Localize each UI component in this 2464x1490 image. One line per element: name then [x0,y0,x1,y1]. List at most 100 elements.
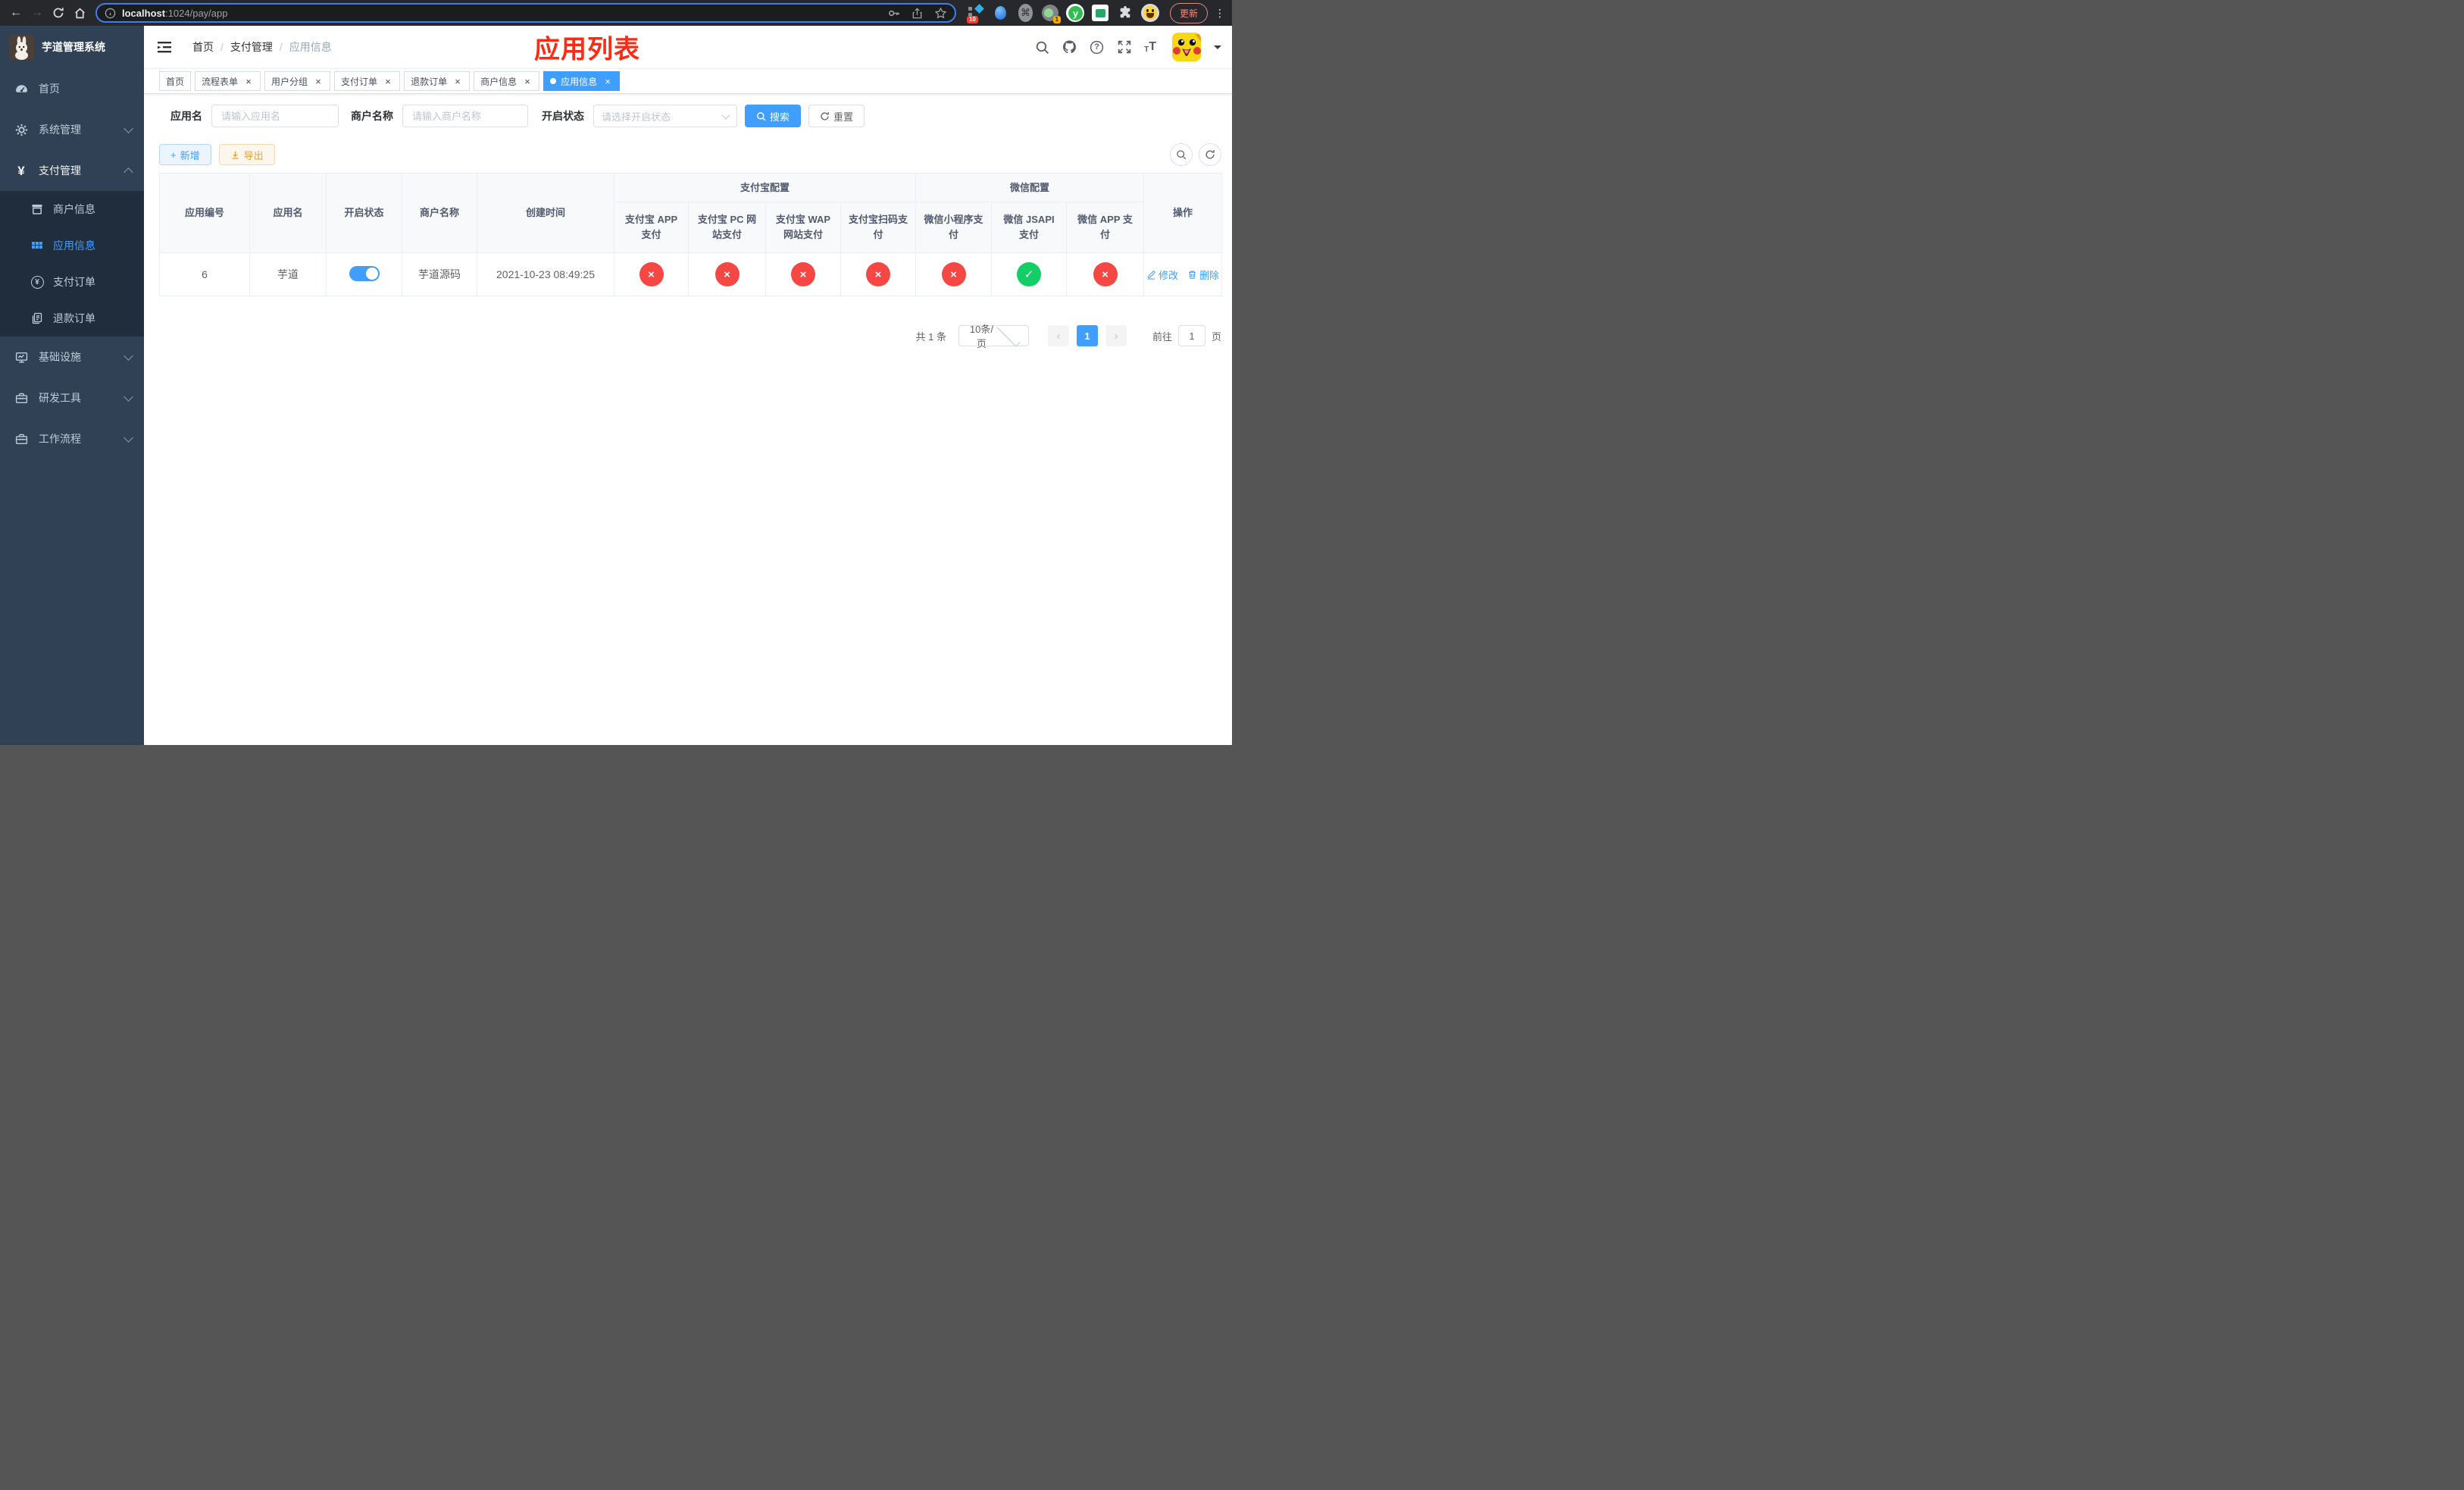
browser-forward-icon[interactable]: → [27,3,47,23]
monitor-icon [14,350,28,364]
chevron-down-icon [124,350,133,361]
sidebar-item-payment[interactable]: ¥ 支付管理 [0,150,144,191]
goto-page-input[interactable] [1177,325,1205,346]
status-select[interactable]: 请选择开启状态 [593,105,737,127]
browser-reload-icon[interactable] [48,3,68,23]
sidebar-subitem-merchant-info[interactable]: 商户信息 [0,191,144,227]
tab-refund-order[interactable]: 退款订单 × [404,71,471,91]
show-search-toggle-button[interactable] [1170,143,1193,166]
bookmark-star-icon[interactable] [934,7,947,20]
extension-recorder-icon[interactable]: 1 [1040,3,1061,23]
page-size-select[interactable]: 10条/页 [958,322,1029,349]
help-icon[interactable]: ? [1090,40,1104,55]
sidebar-subitem-refund-order[interactable]: 退款订单 [0,300,144,337]
merchant-name-input[interactable] [402,105,528,127]
cell-merchant: 芋道源码 [402,252,477,296]
payment-submenu: 商户信息 应用信息 ¥ 支付订单 退款订单 [0,191,144,337]
status-label: 开启状态 [542,110,584,122]
site-info-icon[interactable] [105,8,116,19]
sidebar-item-system[interactable]: 系统管理 [0,109,144,150]
next-page-button[interactable]: › [1105,325,1127,346]
col-app-name: 应用名 [249,173,327,253]
extension-command-icon[interactable]: ⌘ [1015,3,1036,23]
sidebar-subitem-app-info[interactable]: 应用信息 [0,227,144,264]
github-icon[interactable] [1062,40,1077,55]
close-icon[interactable]: × [522,76,533,86]
close-icon[interactable]: × [243,76,254,86]
refresh-button[interactable] [1199,143,1221,166]
breadcrumb-home[interactable]: 首页 [192,39,214,55]
merchant-name-label: 商户名称 [351,110,393,122]
close-icon[interactable]: × [313,76,324,86]
page-1-button[interactable]: 1 [1076,325,1098,346]
sidebar-subitem-pay-order[interactable]: ¥ 支付订单 [0,264,144,300]
user-avatar[interactable] [1172,33,1201,61]
status-cross-icon: × [639,262,664,286]
profile-avatar-icon[interactable] [1140,3,1161,23]
edit-link[interactable]: 修改 [1146,268,1178,282]
extension-tabs-icon[interactable]: 10 [965,3,986,23]
fullscreen-icon[interactable] [1117,40,1131,55]
status-cross-icon: × [791,262,815,286]
page-unit-label: 页 [1211,330,1221,343]
yen-icon: ¥ [17,163,25,178]
col-wx-lite: 微信小程序支付 [915,202,993,253]
tags-view-bar: 首页 流程表单 × 用户分组 × 支付订单 × 退款订单 × 商户信息 × 应用信息 × [144,68,1232,94]
avatar-caret-icon[interactable] [1214,45,1221,53]
edit-pen-icon [1147,270,1155,280]
tab-app-info[interactable]: 应用信息 × [543,71,621,91]
chevron-up-icon [124,167,133,177]
reset-button[interactable]: 重置 [808,105,865,127]
tab-user-group[interactable]: 用户分组 × [264,71,331,91]
font-size-icon[interactable]: TT [1144,40,1156,54]
close-icon[interactable]: × [452,76,463,86]
delete-link[interactable]: 删除 [1187,268,1219,282]
close-icon[interactable]: × [602,76,613,86]
tab-process-form[interactable]: 流程表单 × [195,71,261,91]
chevron-down-icon [721,110,730,120]
browser-update-button[interactable]: 更新 [1169,2,1208,23]
chevron-down-icon [124,432,133,443]
sidebar-item-workflow[interactable]: 工作流程 [0,418,144,459]
cell-wx-jsapi: ✓ [991,252,1068,296]
add-button[interactable]: + 新增 [159,144,211,165]
extension-y-icon[interactable]: y [1065,3,1086,23]
sidebar-collapse-icon[interactable] [156,39,173,55]
search-button[interactable]: 搜索 [745,105,802,127]
extension-balloon-icon[interactable] [990,3,1011,23]
breadcrumb-payment[interactable]: 支付管理 [230,39,273,55]
storefront-icon [30,202,44,216]
cell-alipay-app: × [614,252,689,296]
tab-pay-order[interactable]: 支付订单 × [334,71,401,91]
url-bar[interactable]: localhost:1024/pay/app [95,3,956,23]
plus-icon: + [170,149,177,161]
breadcrumb-current: 应用信息 [289,41,332,53]
briefcase-icon [14,432,28,446]
status-toggle[interactable] [349,265,380,281]
share-icon[interactable] [911,7,924,20]
trash-icon [1189,271,1196,279]
navbar-actions: ? TT [1035,33,1221,61]
app-title: 芋道管理系统 [42,41,105,53]
browser-menu-icon[interactable]: ⋮ [1214,7,1226,20]
sidebar-item-infrastructure[interactable]: 基础设施 [0,337,144,377]
browser-home-icon[interactable] [70,3,89,23]
extensions-puzzle-icon[interactable] [1115,3,1136,23]
browser-back-icon[interactable]: ← [6,3,26,23]
tab-home[interactable]: 首页 [159,71,192,91]
tab-merchant-info[interactable]: 商户信息 × [474,71,540,91]
close-icon[interactable]: × [383,76,393,86]
prev-page-button[interactable]: ‹ [1047,325,1069,346]
sidebar-item-home[interactable]: 首页 [0,68,144,109]
app-name-input[interactable] [211,105,339,127]
cell-alipay-wap: × [765,252,841,296]
status-cross-icon: × [866,262,890,286]
export-button[interactable]: 导出 [218,144,275,165]
cell-create-time: 2021-10-23 08:49:25 [477,252,614,296]
cell-wx-app: × [1066,252,1145,296]
search-icon[interactable] [1035,40,1049,55]
sidebar-item-dev-tools[interactable]: 研发工具 [0,377,144,418]
screen: ← → localhost:1024/pay/app 10 ⌘ 1 y 更新 ⋮… [0,0,1232,745]
extension-chat-icon[interactable] [1090,3,1111,23]
password-key-icon[interactable] [887,7,900,20]
